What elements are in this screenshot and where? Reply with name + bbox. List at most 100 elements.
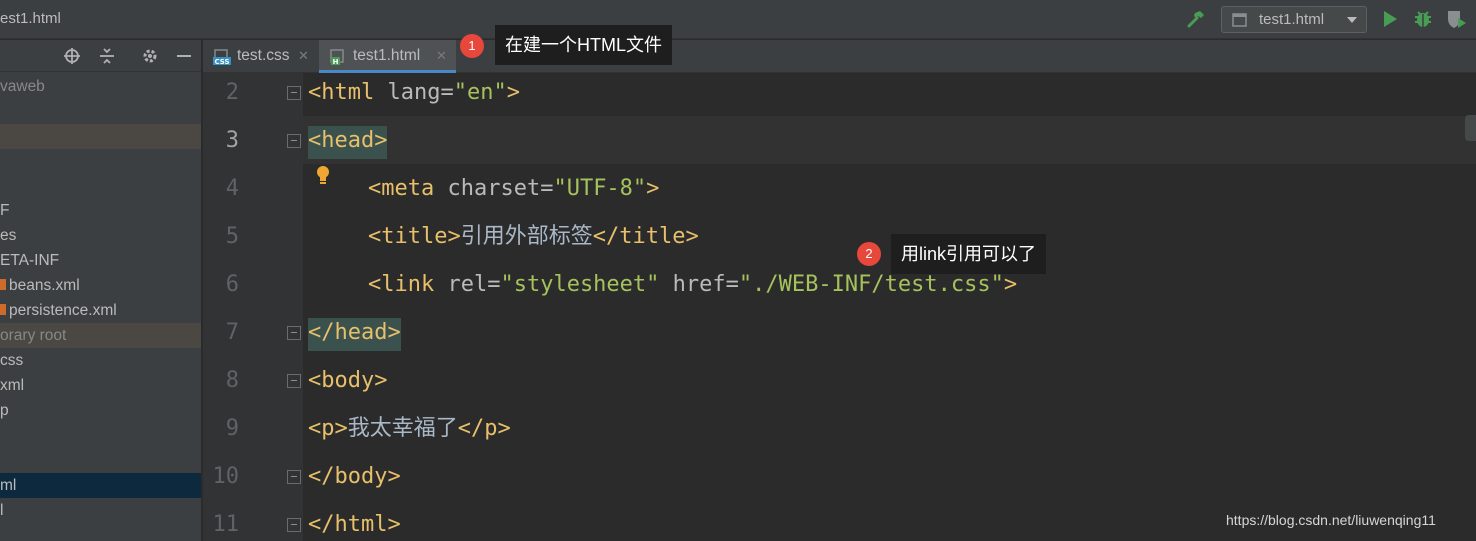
css-file-icon: CSS	[213, 49, 231, 65]
tree-item-label: xml	[0, 377, 25, 394]
inspection-marker[interactable]	[1465, 115, 1476, 141]
code-attribute: href=	[659, 272, 739, 297]
code-text: 引用外部标签	[460, 224, 593, 249]
code-tag: </body>	[308, 464, 401, 489]
tree-item[interactable]	[0, 149, 201, 174]
xml-file-icon	[0, 304, 6, 316]
code-tag-matched: <head>	[308, 126, 388, 159]
tree-item[interactable]: css	[0, 348, 201, 373]
code-tag: <link	[368, 272, 435, 297]
tab-label: test.css	[237, 47, 290, 64]
code-line-11: </html>	[308, 505, 401, 541]
code-attribute: rel=	[434, 272, 501, 297]
code-attribute: charset=	[434, 176, 554, 201]
line-number: 5	[225, 224, 239, 249]
code-editor[interactable]: 2 3 4 5 6 7 8 9 10 11 <html lang="en"> <…	[203, 73, 1476, 541]
fold-marker-icon[interactable]	[287, 86, 301, 100]
tree-item-beans-xml[interactable]: beans.xml	[0, 273, 201, 298]
code-tag: </html>	[308, 512, 401, 537]
tree-item[interactable]: xml	[0, 373, 201, 398]
tree-item[interactable]	[0, 423, 201, 448]
fold-marker-icon[interactable]	[287, 374, 301, 388]
line-number: 11	[212, 512, 240, 537]
tree-item[interactable]: es	[0, 223, 201, 248]
code-string: "./WEB-INF/test.css"	[738, 272, 1004, 297]
current-line-highlight	[203, 116, 1476, 164]
tree-item-selected-root[interactable]	[0, 124, 201, 149]
code-line-9: <p>我太幸福了</p>	[308, 409, 511, 457]
line-number-current: 3	[225, 128, 239, 153]
tab-label: test1.html	[353, 47, 421, 64]
shield-run-icon[interactable]	[1446, 9, 1468, 29]
locate-target-icon[interactable]	[63, 47, 81, 65]
tree-item-label: ml	[0, 477, 17, 494]
code-line-4: <meta charset="UTF-8">	[368, 169, 659, 217]
code-line-2: <html lang="en">	[308, 73, 520, 121]
line-number: 8	[225, 368, 239, 393]
tree-item-label: es	[0, 227, 17, 244]
fold-marker-icon[interactable]	[287, 518, 301, 532]
tree-item[interactable]: ETA-INF	[0, 248, 201, 273]
gear-icon[interactable]	[141, 47, 159, 65]
code-tag: <meta	[368, 176, 435, 201]
code-tag: <html	[308, 80, 375, 105]
collapse-all-icon[interactable]	[98, 47, 116, 65]
tree-item-label: p	[0, 402, 9, 419]
bug-icon[interactable]	[1413, 9, 1433, 29]
code-tag: <title>	[368, 224, 461, 249]
watermark: https://blog.csdn.net/liuwenqing11	[1226, 512, 1436, 528]
code-line-5: <title>引用外部标签</title>	[368, 217, 699, 265]
code-line-10: </body>	[308, 457, 401, 505]
line-number: 2	[225, 80, 239, 105]
title-bar: est1.html test1.html	[0, 0, 1476, 39]
window-title: est1.html	[0, 10, 61, 27]
code-attribute: lang=	[374, 80, 454, 105]
minimize-icon[interactable]	[175, 47, 193, 65]
fold-marker-icon[interactable]	[287, 326, 301, 340]
code-tag: >	[646, 176, 660, 201]
play-icon[interactable]	[1382, 10, 1398, 28]
close-icon[interactable]: ✕	[436, 48, 447, 64]
tree-item-label: orary root	[0, 327, 67, 344]
line-number: 9	[225, 416, 239, 441]
tree-item-library-root[interactable]: orary root	[0, 323, 201, 348]
line-number: 7	[225, 320, 239, 345]
hammer-icon[interactable]	[1186, 9, 1206, 29]
tree-item-label: persistence.xml	[9, 302, 117, 319]
tree-item-persistence-xml[interactable]: persistence.xml	[0, 298, 201, 323]
project-sidebar: vaweb F es ETA-INF beans.xml persistence…	[0, 40, 202, 541]
annotation-badge-2: 2	[857, 242, 881, 266]
sidebar-toolbar	[0, 40, 201, 72]
tree-item-label: l	[0, 502, 4, 519]
line-number: 10	[212, 464, 240, 489]
code-tag: <body>	[308, 368, 388, 393]
fold-marker-icon[interactable]	[287, 470, 301, 484]
html-config-icon	[1232, 13, 1247, 27]
code-string: "UTF-8"	[553, 176, 647, 201]
tree-item[interactable]: p	[0, 398, 201, 423]
run-configuration-dropdown[interactable]: test1.html	[1221, 6, 1367, 33]
svg-text:CSS: CSS	[214, 58, 229, 65]
tab-test1-html[interactable]: H test1.html ✕	[319, 40, 456, 73]
tree-item-selected-file[interactable]: ml	[0, 473, 201, 498]
tree-item[interactable]: l	[0, 498, 201, 523]
tree-item-label: vaweb	[0, 78, 45, 95]
xml-file-icon	[0, 279, 6, 291]
code-text: 我太幸福了	[347, 416, 458, 441]
code-tag-matched: </head>	[308, 318, 401, 351]
close-icon[interactable]: ✕	[298, 48, 309, 64]
tree-item[interactable]: F	[0, 198, 201, 223]
code-tag: <p>	[308, 416, 348, 441]
tree-item-label: ETA-INF	[0, 252, 60, 269]
annotation-callout-1: 在建一个HTML文件	[495, 25, 672, 65]
tree-item-label: beans.xml	[9, 277, 80, 294]
code-line-3: <head>	[308, 121, 388, 169]
tree-item[interactable]: vaweb	[0, 74, 201, 99]
html-file-icon: H	[330, 49, 344, 65]
tab-test-css[interactable]: CSS test.css ✕	[203, 40, 318, 73]
svg-text:H: H	[333, 58, 339, 65]
code-string: "stylesheet"	[500, 272, 660, 297]
fold-marker-icon[interactable]	[287, 134, 301, 148]
line-number: 6	[225, 272, 239, 297]
code-tag: </p>	[457, 416, 511, 441]
